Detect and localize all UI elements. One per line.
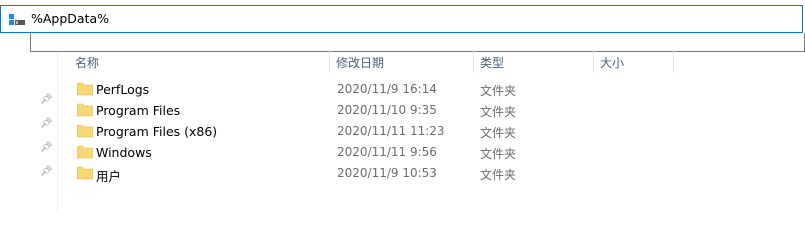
drive-icon: [9, 14, 25, 25]
file-name: PerfLogs: [96, 82, 150, 97]
file-name: 用户: [96, 169, 122, 184]
column-divider[interactable]: [329, 50, 330, 73]
pin-icon[interactable]: 📌︎: [40, 118, 53, 130]
address-autocomplete-dropdown[interactable]: [30, 33, 805, 52]
folder-icon: [77, 166, 93, 180]
folder-icon: [77, 145, 93, 159]
folder-icon: [77, 82, 93, 96]
file-type: 文件夹: [480, 105, 517, 119]
column-divider[interactable]: [473, 50, 474, 73]
column-header-size[interactable]: 大小: [600, 54, 624, 72]
file-type: 文件夹: [480, 84, 517, 98]
pin-icon[interactable]: 📌︎: [40, 142, 53, 154]
modified-date: 2020/11/10 9:35: [337, 103, 437, 117]
column-header-type[interactable]: 类型: [480, 54, 504, 72]
column-divider[interactable]: [593, 50, 594, 73]
file-name: Program Files: [96, 103, 181, 118]
modified-date: 2020/11/9 10:53: [337, 166, 437, 180]
folder-icon: [77, 103, 93, 117]
folder-icon: [77, 124, 93, 138]
column-header-name[interactable]: 名称: [75, 54, 99, 72]
column-divider[interactable]: [673, 50, 674, 73]
file-explorer-window: %AppData% 📌︎ 📌︎ 📌︎ 📌︎ 名称 修改日期 类型 大小 Perf…: [0, 0, 805, 211]
modified-date: 2020/11/9 16:14: [337, 82, 437, 96]
file-name: Windows: [96, 145, 152, 160]
list-item[interactable]: 用户 2020/11/9 10:53 文件夹: [70, 164, 800, 184]
list-item[interactable]: PerfLogs 2020/11/9 16:14 文件夹: [70, 80, 800, 100]
pin-icon[interactable]: 📌︎: [40, 94, 53, 106]
file-type: 文件夹: [480, 147, 517, 161]
file-name: Program Files (x86): [96, 124, 218, 139]
address-input[interactable]: %AppData%: [31, 11, 109, 26]
list-item[interactable]: Program Files 2020/11/10 9:35 文件夹: [70, 101, 800, 121]
address-bar[interactable]: %AppData%: [0, 5, 803, 33]
navigation-pane: 📌︎ 📌︎ 📌︎ 📌︎: [0, 52, 58, 211]
file-type: 文件夹: [480, 126, 517, 140]
list-item[interactable]: Program Files (x86) 2020/11/11 11:23 文件夹: [70, 122, 800, 142]
list-item[interactable]: Windows 2020/11/11 9:56 文件夹: [70, 143, 800, 163]
modified-date: 2020/11/11 11:23: [337, 124, 445, 138]
pin-icon[interactable]: 📌︎: [40, 166, 53, 178]
modified-date: 2020/11/11 9:56: [337, 145, 437, 159]
file-type: 文件夹: [480, 168, 517, 182]
column-header-date[interactable]: 修改日期: [336, 54, 384, 72]
